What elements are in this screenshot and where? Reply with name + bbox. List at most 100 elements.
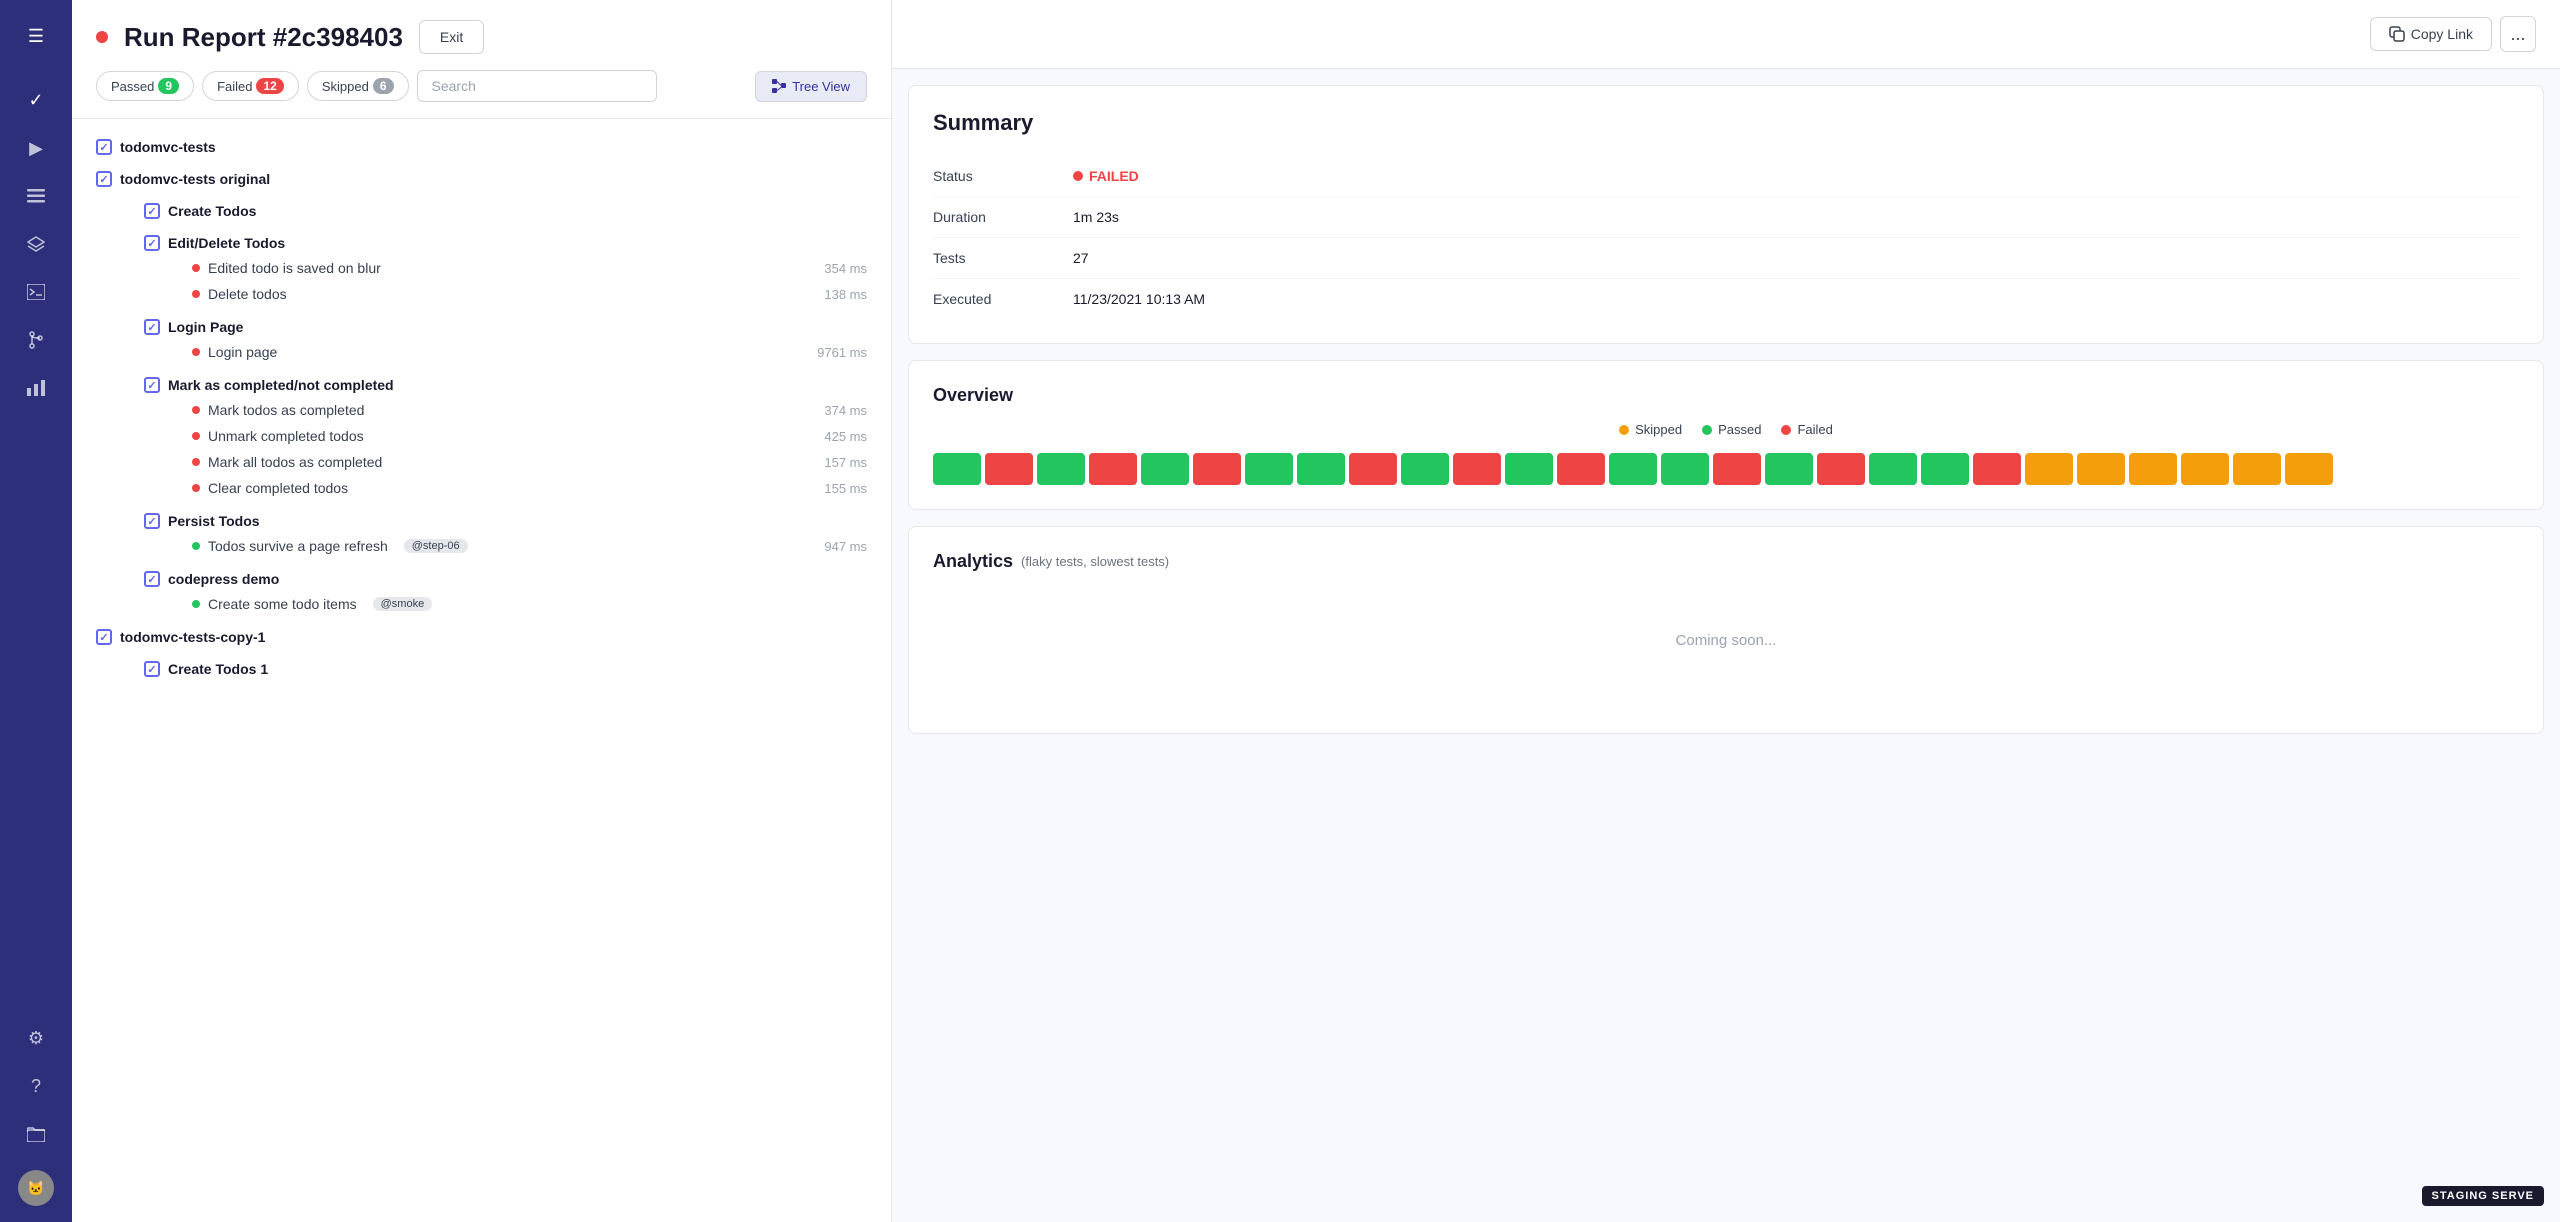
summary-label: Tests [933, 250, 1073, 266]
exit-button[interactable]: Exit [419, 20, 484, 54]
suite-header[interactable]: ✓ Create Todos 1 [144, 657, 867, 681]
settings-icon[interactable]: ⚙ [16, 1018, 56, 1058]
skipped-legend-dot [1619, 425, 1629, 435]
suite-header[interactable]: ✓ todomvc-tests [96, 135, 867, 159]
suite-name: codepress demo [168, 571, 279, 587]
overview-cell [2285, 453, 2333, 485]
folder-icon[interactable] [16, 1114, 56, 1154]
summary-value: 1m 23s [1073, 209, 1119, 225]
copy-link-button[interactable]: Copy Link [2370, 17, 2492, 51]
summary-title: Summary [933, 110, 2519, 136]
chart-icon[interactable] [16, 368, 56, 408]
suite-name: todomvc-tests-copy-1 [120, 629, 265, 645]
analytics-section: Analytics (flaky tests, slowest tests) C… [908, 526, 2544, 734]
right-panel: Copy Link ... Summary Status FAILED Dura… [892, 0, 2560, 1222]
list-item[interactable]: Clear completed todos 155 ms [144, 475, 867, 501]
legend-item-skipped: Skipped [1619, 422, 1682, 437]
suite-header[interactable]: ✓ todomvc-tests original [96, 167, 867, 191]
list-item[interactable]: Edited todo is saved on blur 354 ms [144, 255, 867, 281]
overview-cell [2233, 453, 2281, 485]
list-icon[interactable] [16, 176, 56, 216]
suite-header[interactable]: ✓ todomvc-tests-copy-1 [96, 625, 867, 649]
search-input[interactable] [417, 70, 657, 102]
failed-label: Failed [217, 79, 252, 94]
left-panel: Run Report #2c398403 Exit Passed 9 Faile… [72, 0, 892, 1222]
suite-name: Create Todos [168, 203, 256, 219]
skipped-filter-button[interactable]: Skipped 6 [307, 71, 409, 101]
failed-dot-icon [192, 290, 200, 298]
passed-label: Passed [111, 79, 154, 94]
test-left: Unmark completed todos [192, 428, 364, 444]
suite-check-icon: ✓ [144, 571, 160, 587]
summary-value: 11/23/2021 10:13 AM [1073, 291, 1205, 307]
suite-header[interactable]: ✓ Login Page [144, 315, 867, 339]
overview-cell [1245, 453, 1293, 485]
overview-cell [1973, 453, 2021, 485]
test-left: Edited todo is saved on blur [192, 260, 381, 276]
list-item: ✓ Mark as completed/not completed Mark t… [72, 369, 891, 505]
legend: Skipped Passed Failed [933, 422, 2519, 437]
failed-legend-label: Failed [1797, 422, 1832, 437]
avatar[interactable]: 🐱 [18, 1170, 54, 1206]
suite-check-icon: ✓ [96, 139, 112, 155]
header: Run Report #2c398403 Exit Passed 9 Faile… [72, 0, 891, 119]
passed-dot-icon [192, 600, 200, 608]
analytics-label: Analytics [933, 551, 1013, 572]
play-icon[interactable]: ▶ [16, 128, 56, 168]
list-item: ✓ Edit/Delete Todos Edited todo is saved… [72, 227, 891, 311]
test-duration: 155 ms [824, 481, 867, 496]
overview-grid [933, 453, 2519, 485]
suite-name: todomvc-tests [120, 139, 216, 155]
suite-check-icon: ✓ [144, 203, 160, 219]
terminal-icon[interactable] [16, 272, 56, 312]
test-name: Mark todos as completed [208, 402, 364, 418]
help-icon[interactable]: ? [16, 1066, 56, 1106]
more-options-button[interactable]: ... [2500, 16, 2536, 52]
branch-icon[interactable] [16, 320, 56, 360]
suite-check-icon: ✓ [144, 513, 160, 529]
main-area: Run Report #2c398403 Exit Passed 9 Faile… [72, 0, 2560, 1222]
test-name: Unmark completed todos [208, 428, 364, 444]
overview-cell [1713, 453, 1761, 485]
list-item: ✓ Login Page Login page 9761 ms [72, 311, 891, 369]
suite-name: Mark as completed/not completed [168, 377, 394, 393]
test-name: Edited todo is saved on blur [208, 260, 381, 276]
menu-icon[interactable]: ☰ [16, 16, 56, 56]
test-name: Login page [208, 344, 277, 360]
suite-check-icon: ✓ [144, 661, 160, 677]
filter-row: Passed 9 Failed 12 Skipped 6 Tree View [96, 70, 867, 102]
suite-header[interactable]: ✓ Edit/Delete Todos [144, 231, 867, 255]
layers-icon[interactable] [16, 224, 56, 264]
skipped-count: 6 [373, 78, 394, 94]
list-item[interactable]: Unmark completed todos 425 ms [144, 423, 867, 449]
suite-header[interactable]: ✓ Create Todos [144, 199, 867, 223]
tree-view-button[interactable]: Tree View [755, 71, 867, 102]
list-item[interactable]: Mark todos as completed 374 ms [144, 397, 867, 423]
overview-cell [2077, 453, 2125, 485]
list-item[interactable]: Create some todo items @smoke [144, 591, 867, 617]
skipped-legend-label: Skipped [1635, 422, 1682, 437]
list-item[interactable]: Login page 9761 ms [144, 339, 867, 365]
suite-header[interactable]: ✓ Persist Todos [144, 509, 867, 533]
overview-cell [1661, 453, 1709, 485]
check-icon[interactable]: ✓ [16, 80, 56, 120]
passed-filter-button[interactable]: Passed 9 [96, 71, 194, 101]
list-item[interactable]: Mark all todos as completed 157 ms [144, 449, 867, 475]
suite-header[interactable]: ✓ codepress demo [144, 567, 867, 591]
failed-filter-button[interactable]: Failed 12 [202, 71, 299, 101]
suite-name: Edit/Delete Todos [168, 235, 285, 251]
list-item[interactable]: Todos survive a page refresh @step-06 94… [144, 533, 867, 559]
suite-check-icon: ✓ [96, 629, 112, 645]
legend-item-passed: Passed [1702, 422, 1761, 437]
suite-name: Create Todos 1 [168, 661, 268, 677]
page-title: Run Report #2c398403 [124, 22, 403, 53]
list-item: ✓ Create Todos [72, 195, 891, 227]
overview-cell [1401, 453, 1449, 485]
overview-cell [1453, 453, 1501, 485]
suite-check-icon: ✓ [144, 235, 160, 251]
list-item[interactable]: Delete todos 138 ms [144, 281, 867, 307]
test-duration: 354 ms [824, 261, 867, 276]
failed-dot-icon [192, 484, 200, 492]
suite-header[interactable]: ✓ Mark as completed/not completed [144, 373, 867, 397]
test-tag: @step-06 [404, 539, 468, 553]
